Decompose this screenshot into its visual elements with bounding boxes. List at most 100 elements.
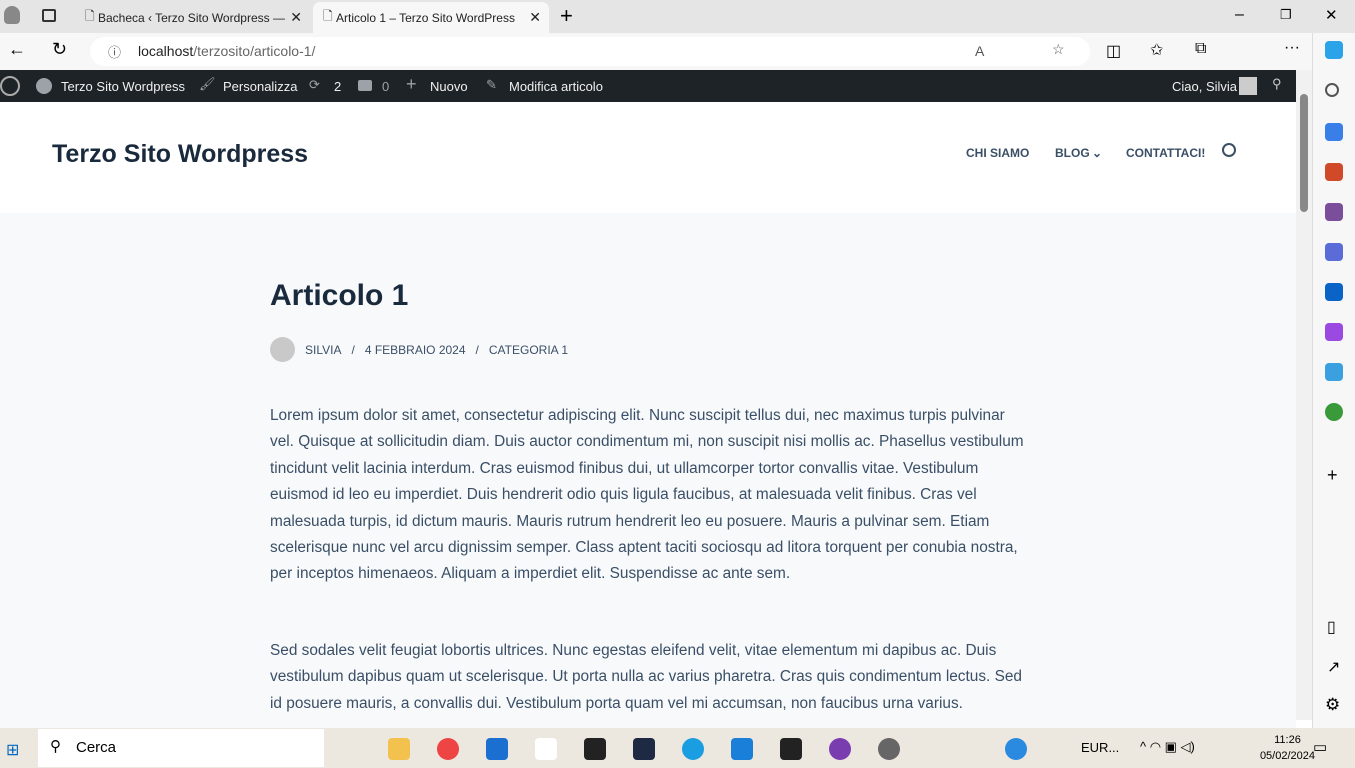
shopping-icon[interactable]	[1325, 123, 1343, 141]
back-icon[interactable]: ←	[8, 39, 26, 60]
admin-search-icon[interactable]: ⚲	[1272, 76, 1282, 92]
tab-title: Bacheca ‹ Terzo Sito Wordpress —	[97, 10, 285, 25]
weather-widget[interactable]: EUR...	[1081, 740, 1119, 755]
store-icon[interactable]	[486, 738, 508, 760]
tray-icons[interactable]: ^ ◠ ▣ ◁)	[1140, 739, 1195, 755]
url-path: /terzosito/articolo-1/	[193, 43, 316, 59]
profile-icon[interactable]	[4, 6, 20, 24]
post-meta: SILVIA / 4 FEBBRAIO 2024 / CATEGORIA 1	[270, 337, 568, 362]
taskbar-search[interactable]: ⚲ Cerca	[38, 729, 324, 767]
minimize-icon[interactable]: –	[1235, 6, 1244, 24]
tab-bacheca[interactable]: 🗋 Bacheca ‹ Terzo Sito Wordpress — ✕	[75, 2, 310, 33]
separator: /	[475, 342, 479, 357]
category-link[interactable]: CATEGORIA 1	[489, 343, 568, 357]
updates-link[interactable]: 2	[334, 79, 341, 94]
plus-icon: +	[406, 74, 417, 94]
refresh-icon[interactable]: ↻	[52, 39, 67, 60]
time: 11:26	[1274, 734, 1301, 746]
search-icon: ⚲	[50, 738, 61, 755]
paragraph: Lorem ipsum dolor sit amet, consectetur …	[270, 407, 1024, 583]
scrollbar[interactable]	[1296, 70, 1312, 720]
post-content: Articolo 1 SILVIA / 4 FEBBRAIO 2024 / CATE…	[0, 213, 1296, 728]
site-search-icon[interactable]	[1222, 143, 1236, 157]
info-icon: ⓘ	[108, 45, 122, 60]
favorites-icon[interactable]: ✩	[1150, 40, 1163, 60]
settings-icon[interactable]: ⚙	[1325, 695, 1340, 715]
date: 05/02/2024	[1259, 750, 1315, 762]
edge-icon[interactable]	[682, 738, 704, 760]
windows-start-icon[interactable]: ⊞	[6, 740, 19, 760]
github-desktop-icon[interactable]	[878, 738, 900, 760]
amazon-icon[interactable]	[535, 738, 557, 760]
edit-post-link[interactable]: Modifica articolo	[509, 79, 603, 94]
webex-icon[interactable]	[780, 738, 802, 760]
pencil-icon: ✎	[486, 77, 497, 92]
collections-icon[interactable]: ⧉	[1195, 40, 1206, 58]
dropbox-icon[interactable]	[584, 738, 606, 760]
open-external-icon[interactable]: ↗	[1327, 657, 1340, 677]
tab-title: Articolo 1 – Terzo Sito WordPress	[335, 10, 515, 25]
url-input[interactable]: ⓘ localhost/terzosito/articolo-1/ A ☆	[90, 37, 1090, 66]
file-explorer-icon[interactable]	[388, 738, 410, 760]
page-icon: 🗋	[85, 9, 98, 23]
edge-sidebar: + ▯ ↗ ⚙	[1312, 33, 1355, 728]
games-icon[interactable]	[1325, 203, 1343, 221]
wordpress-logo-icon[interactable]	[0, 76, 20, 96]
vscode-icon[interactable]	[633, 738, 655, 760]
nav-blog[interactable]: BLOG	[1055, 146, 1090, 160]
sidebar-toggle-icon[interactable]: ▯	[1327, 617, 1336, 637]
post-title: Articolo 1	[270, 279, 409, 312]
clock[interactable]: 11:26 05/02/2024	[1260, 732, 1315, 764]
close-tab-icon[interactable]: ✕	[529, 9, 541, 26]
admin-site-link[interactable]: Terzo Sito Wordpress	[61, 79, 185, 94]
tab-bar: 🗋 Bacheca ‹ Terzo Sito Wordpress — ✕ 🗋 Ar…	[0, 0, 1355, 33]
nav-chi-siamo[interactable]: CHI SIAMO	[966, 146, 1029, 160]
scrollbar-thumb[interactable]	[1300, 94, 1308, 212]
notifications-icon[interactable]: ▭	[1313, 738, 1327, 756]
new-link[interactable]: Nuovo	[430, 79, 468, 94]
page-icon: 🗋	[323, 9, 336, 23]
account-link[interactable]: Ciao, Silvia	[1172, 79, 1237, 94]
url-host: localhost	[138, 43, 194, 59]
mail-icon[interactable]	[731, 738, 753, 760]
github-icon[interactable]	[829, 738, 851, 760]
more-icon[interactable]: ···	[1284, 39, 1300, 57]
customize-link[interactable]: Personalizza	[223, 79, 297, 94]
paragraph: Sed sodales velit feugiat lobortis ultri…	[270, 642, 1022, 712]
tab-actions-icon[interactable]	[42, 9, 56, 22]
drop-icon[interactable]	[1325, 363, 1343, 381]
brush-icon: 🖌	[199, 76, 216, 91]
favorite-icon[interactable]: ☆	[1052, 41, 1065, 58]
close-window-icon[interactable]: ✕	[1325, 6, 1338, 24]
nav-contattaci[interactable]: CONTATTACI!	[1126, 146, 1205, 160]
tools-icon[interactable]	[1325, 163, 1343, 181]
site-header: Terzo Sito Wordpress CHI SIAMO BLOG ⌄ CO…	[0, 102, 1296, 213]
search-icon[interactable]	[1325, 83, 1339, 97]
site-title[interactable]: Terzo Sito Wordpress	[52, 140, 308, 169]
m365-icon[interactable]	[1325, 243, 1343, 261]
tab-articolo[interactable]: 🗋 Articolo 1 – Terzo Sito WordPress ✕	[313, 2, 549, 33]
address-bar-row: ← ↻ ⓘ localhost/terzosito/articolo-1/ A ☆…	[0, 33, 1312, 70]
updates-icon: ⟳	[309, 77, 320, 92]
split-screen-icon[interactable]: ◫	[1106, 41, 1121, 61]
user-avatar[interactable]	[1239, 77, 1257, 95]
close-tab-icon[interactable]: ✕	[290, 9, 302, 26]
chrome-icon[interactable]	[437, 738, 459, 760]
help-icon[interactable]	[1005, 738, 1027, 760]
search-label: Cerca	[76, 739, 117, 756]
wp-admin-bar: Terzo Sito Wordpress 🖌 Personalizza ⟳ 2 …	[0, 70, 1296, 102]
post-date[interactable]: 4 FEBBRAIO 2024	[365, 343, 466, 357]
restore-icon[interactable]: ❐	[1280, 7, 1292, 23]
copilot-icon[interactable]	[1325, 41, 1343, 59]
add-icon[interactable]: +	[1327, 465, 1338, 486]
outlook-icon[interactable]	[1325, 283, 1343, 301]
tree-icon[interactable]	[1325, 403, 1343, 421]
comments-link[interactable]: 0	[382, 79, 389, 94]
chevron-down-icon: ⌄	[1092, 146, 1103, 160]
designer-icon[interactable]	[1325, 323, 1343, 341]
new-tab-icon[interactable]: +	[560, 3, 573, 29]
author-avatar	[270, 337, 295, 362]
separator: /	[351, 342, 355, 357]
author-link[interactable]: SILVIA	[305, 343, 341, 357]
read-aloud-icon[interactable]: A	[975, 43, 984, 59]
